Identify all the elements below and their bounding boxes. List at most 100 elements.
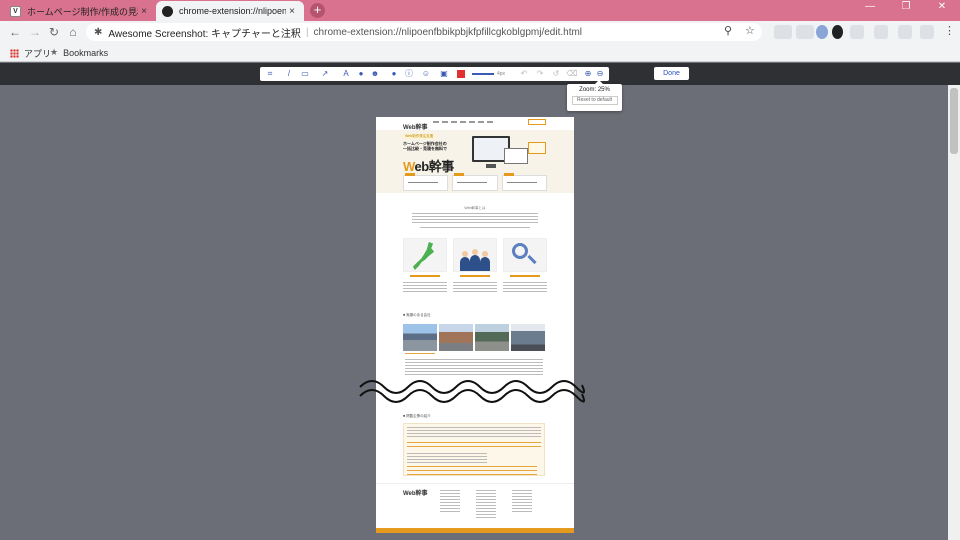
- pen-icon[interactable]: /: [283, 67, 295, 81]
- hero-card: [452, 173, 498, 191]
- feature-japan: [403, 238, 447, 294]
- preview-caption: [405, 353, 435, 357]
- bookmark-label: アプリ: [24, 49, 52, 59]
- tablet-illustration: [504, 148, 528, 164]
- extension-icon[interactable]: [874, 25, 888, 39]
- hero-card: [501, 173, 547, 191]
- preview-hero: Web制作発注支援 ホームページ制作会社の 一括比較・見積を無料で Web幹事: [376, 130, 574, 193]
- footer-logo: Web幹事: [403, 491, 428, 497]
- minimize-button[interactable]: —: [852, 0, 888, 14]
- color-picker[interactable]: [457, 70, 465, 78]
- preview-footer: Web幹事: [376, 483, 574, 533]
- delete-icon[interactable]: ⌫: [566, 67, 578, 81]
- bookmark-label: Bookmarks: [63, 47, 109, 58]
- preview-contact-button: [528, 119, 546, 125]
- comment-icon[interactable]: ●: [388, 67, 400, 81]
- preview-paragraph: [412, 213, 538, 223]
- done-button[interactable]: Done: [654, 67, 689, 80]
- preview-header: Web幹事: [376, 117, 574, 131]
- screenshot-preview[interactable]: Web幹事 Web制作発注支援 ホームページ制作会社の 一括比較・見積を無料で …: [376, 117, 574, 533]
- menu-kebab-icon[interactable]: ⋮: [944, 24, 955, 37]
- awesome-screenshot-extension-icon[interactable]: [832, 25, 843, 39]
- url-text: chrome-extension://nlipoenfbbikpbjkfpfil…: [313, 26, 583, 38]
- hero-copy: ホームページ制作会社の 一括比較・見積を無料で: [403, 141, 447, 151]
- hero-cards: [403, 173, 547, 191]
- tab-strip: V ホームページ制作/作成の見積・発注 × chrome-extension:/…: [0, 0, 960, 21]
- annotation-tool-strip: ⌗ / ▭ ↗ A ● ☻ ● ⓘ ☺ ▣ 4px ↶ ↷ ↺ ⌫ ⊕ ⊖: [260, 67, 609, 81]
- emoji-icon[interactable]: ☺: [420, 67, 432, 81]
- line-width-picker[interactable]: [472, 73, 494, 75]
- arrow-icon[interactable]: ↗: [319, 67, 331, 81]
- extension-icon[interactable]: [774, 25, 792, 39]
- tab-webkanji[interactable]: V ホームページ制作/作成の見積・発注 ×: [4, 1, 156, 21]
- window-close-button[interactable]: ✕: [924, 0, 960, 14]
- text-icon[interactable]: A: [340, 67, 352, 81]
- city-photo: [475, 324, 509, 351]
- blur-drop-icon[interactable]: ●: [355, 67, 367, 81]
- info-icon[interactable]: ⓘ: [403, 67, 415, 81]
- page-cut-wave: [359, 379, 585, 403]
- city-photo: [511, 324, 545, 351]
- close-icon[interactable]: ×: [138, 6, 150, 17]
- forward-arrow-icon[interactable]: →: [28, 25, 42, 39]
- hero-badge: Web制作発注支援: [403, 134, 436, 139]
- undo-icon[interactable]: ↶: [518, 67, 530, 81]
- preview-subheading: ■ 掲載企業の紹介: [403, 414, 431, 418]
- sticker-icon[interactable]: ☻: [369, 67, 381, 81]
- reset-icon[interactable]: ↺: [550, 67, 562, 81]
- back-arrow-icon[interactable]: ←: [8, 25, 22, 39]
- crop-icon[interactable]: ⌗: [264, 67, 276, 81]
- site-name: Awesome Screenshot: キャプチャーと注釈: [108, 28, 301, 40]
- zoom-level-label: Zoom: 25%: [579, 87, 610, 93]
- bookmarks-bar: アプリ ★ Bookmarks: [0, 43, 960, 62]
- bookmark-bookmarks[interactable]: ★ Bookmarks: [50, 47, 108, 58]
- editor-toolbar: ⌗ / ▭ ↗ A ● ☻ ● ⓘ ☺ ▣ 4px ↶ ↷ ↺ ⌫ ⊕ ⊖: [0, 63, 960, 85]
- awesome-screenshot-favicon-icon: [162, 5, 173, 17]
- rectangle-icon[interactable]: ▭: [299, 67, 311, 81]
- zoom-in-icon[interactable]: ⊕: [582, 67, 594, 81]
- maximize-button[interactable]: ❐: [888, 0, 924, 14]
- reload-icon[interactable]: ↻: [47, 25, 61, 39]
- zoom-popover: Zoom: 25% Reset to default: [567, 80, 622, 111]
- extension-puzzle-icon: ✱: [94, 26, 103, 38]
- new-tab-button[interactable]: +: [310, 3, 325, 18]
- preview-info-box: [403, 423, 545, 476]
- scrollbar-thumb[interactable]: [950, 88, 958, 154]
- magnifier-icon: [512, 243, 528, 259]
- feature-search: [503, 238, 547, 294]
- bookmark-apps[interactable]: アプリ: [10, 47, 51, 60]
- profile-avatar[interactable]: [920, 25, 934, 39]
- home-icon[interactable]: ⌂: [66, 25, 80, 39]
- extension-icon[interactable]: [816, 25, 828, 39]
- tab-awesome-screenshot[interactable]: chrome-extension://nlipoenfb ×: [156, 1, 304, 21]
- preview-photos: [403, 324, 545, 351]
- bookmark-star-icon[interactable]: ☆: [745, 24, 755, 37]
- tab-title: ホームページ制作/作成の見積・発注: [27, 6, 138, 17]
- extension-icon[interactable]: [898, 25, 912, 39]
- people-icon: [460, 245, 490, 271]
- search-icon[interactable]: ⚲: [724, 24, 732, 37]
- preview-features: [403, 238, 547, 294]
- tab-title: chrome-extension://nlipoenfb: [179, 6, 286, 16]
- hero-card: [403, 173, 449, 191]
- address-separator: |: [305, 26, 309, 38]
- webkanji-favicon-icon: V: [10, 5, 21, 17]
- card-illustration: [528, 142, 546, 154]
- zoom-out-icon[interactable]: ⊖: [594, 67, 606, 81]
- footer-bar: [376, 528, 574, 533]
- address-bar[interactable]: ✱ Awesome Screenshot: キャプチャーと注釈 | chrome…: [86, 23, 762, 41]
- feature-people: [453, 238, 497, 294]
- star-icon: ★: [50, 47, 59, 57]
- japan-map-icon: [412, 242, 435, 270]
- extension-icon[interactable]: [796, 25, 814, 39]
- apps-grid-icon: [10, 49, 19, 58]
- reset-zoom-button[interactable]: Reset to default: [571, 96, 618, 105]
- extension-icon[interactable]: [850, 25, 864, 39]
- preview-paragraph: [420, 227, 530, 230]
- preview-nav: [433, 121, 493, 123]
- line-width-label: 4px: [497, 71, 506, 77]
- preview-subheading: ■ 実績のある会社: [403, 313, 431, 317]
- close-icon[interactable]: ×: [286, 6, 298, 17]
- redo-icon[interactable]: ↷: [534, 67, 546, 81]
- image-icon[interactable]: ▣: [438, 67, 450, 81]
